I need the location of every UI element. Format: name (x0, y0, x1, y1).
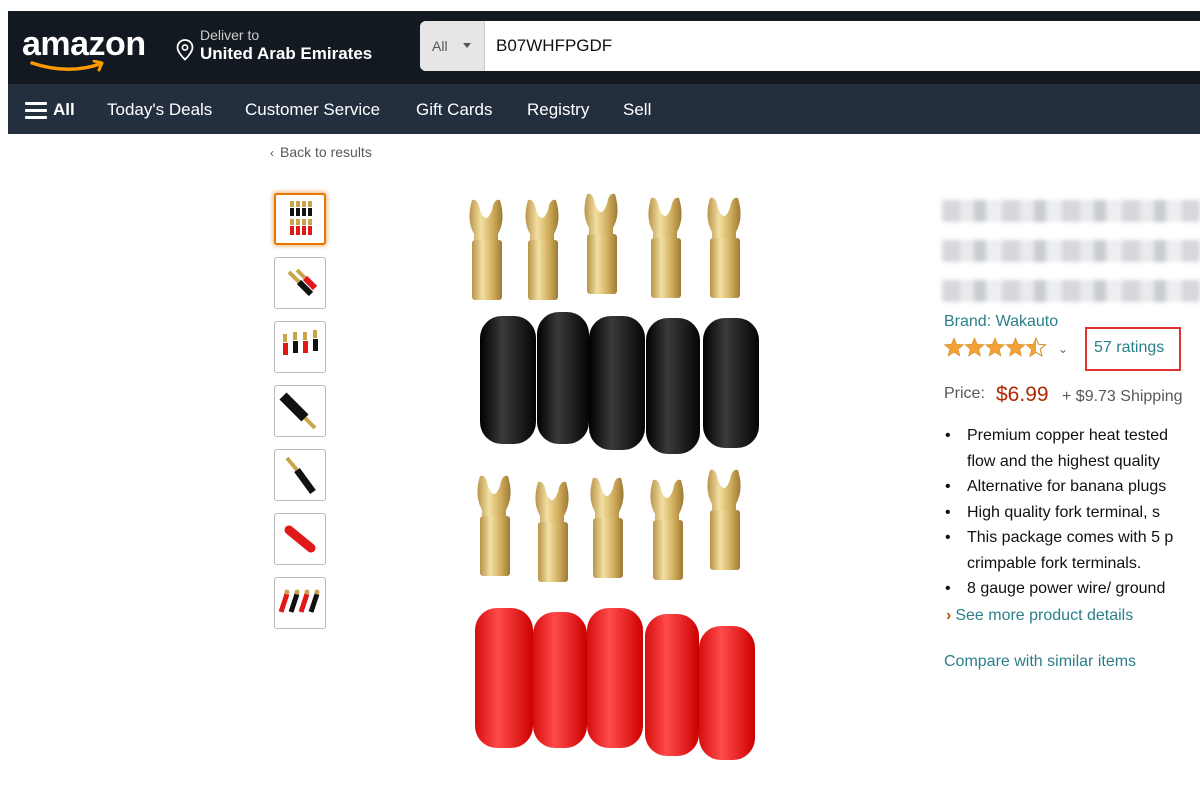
back-to-results-link[interactable]: ‹ Back to results (270, 144, 372, 160)
location-pin-icon (176, 39, 194, 61)
thumbnail-image (290, 201, 312, 235)
ratings-count-link[interactable]: 57 ratings (1094, 339, 1164, 357)
thumbnail-2[interactable] (274, 257, 326, 309)
thumbnail-7[interactable] (274, 577, 326, 629)
nav-todays-deals[interactable]: Today's Deals (107, 100, 212, 120)
caret-down-icon (463, 43, 471, 48)
thumbnail-3[interactable] (274, 321, 326, 373)
top-header: amazon Deliver to United Arab Emirates A… (8, 11, 1200, 84)
list-item: Alternative for banana plugs (944, 474, 1200, 500)
chevron-right-icon: › (946, 607, 952, 624)
hamburger-menu-icon[interactable] (25, 102, 47, 119)
star-rating-icon[interactable] (944, 336, 1048, 358)
list-item: High quality fork terminal, s (944, 500, 1200, 526)
bullet-text: This package comes with 5 p (967, 529, 1174, 546)
see-more-label: See more product details (955, 607, 1134, 624)
bullet-text: 8 gauge power wire/ ground (967, 580, 1166, 597)
nav-customer-service[interactable]: Customer Service (245, 100, 380, 120)
bullet-text: High quality fork terminal, s (967, 503, 1160, 521)
sub-navigation: All Today's Deals Customer Service Gift … (8, 84, 1200, 134)
bullet-text: Alternative for banana plugs (967, 478, 1167, 495)
list-item: Premium copper heat tested flow and the … (944, 423, 1200, 474)
chevron-down-icon[interactable]: ⌄ (1058, 342, 1068, 356)
thumbnail-image (279, 392, 317, 430)
search-bar: All (420, 21, 1200, 71)
see-more-details-link[interactable]: › See more product details (946, 607, 1133, 625)
deliver-location: United Arab Emirates (200, 44, 373, 63)
blurred-title-line-3 (942, 280, 1200, 302)
shipping-cost: + $9.73 Shipping (1062, 388, 1183, 405)
bullet-text: flow and the highest quality (967, 452, 1161, 470)
main-product-image[interactable] (455, 188, 785, 768)
search-category-label: All (432, 38, 448, 54)
thumbnail-1[interactable] (274, 193, 326, 245)
thumbnail-5[interactable] (274, 449, 326, 501)
list-item: 8 gauge power wire/ ground (944, 576, 1200, 602)
brand-link[interactable]: Brand: Wakauto (944, 313, 1058, 331)
thumbnail-image (283, 330, 318, 355)
thumbnail-image (285, 456, 316, 495)
price-value: $6.99 (996, 383, 1049, 406)
blurred-title-line-1 (942, 200, 1200, 222)
logo-smile-icon (30, 60, 104, 72)
bullet-text: crimpable fork terminals. (967, 554, 1142, 572)
feature-bullets: Premium copper heat tested flow and the … (944, 423, 1200, 602)
blurred-title-line-2 (942, 240, 1200, 262)
nav-gift-cards[interactable]: Gift Cards (416, 100, 493, 120)
thumbnail-image (284, 525, 316, 553)
compare-similar-items-link[interactable]: Compare with similar items (944, 653, 1136, 671)
chevron-left-icon: ‹ (270, 146, 274, 160)
amazon-logo[interactable]: amazon (22, 25, 146, 64)
thumbnail-6[interactable] (274, 513, 326, 565)
price-label: Price: (944, 385, 985, 402)
search-input[interactable] (492, 21, 1200, 71)
thumbnail-4[interactable] (274, 385, 326, 437)
nav-all[interactable]: All (53, 100, 75, 120)
thumbnail-image (287, 268, 318, 297)
search-category-dropdown[interactable]: All (420, 21, 485, 71)
deliver-label: Deliver to (200, 27, 260, 43)
back-to-results-label: Back to results (280, 144, 372, 160)
bullet-text: Premium copper heat tested (967, 427, 1168, 444)
list-item: This package comes with 5 p crimpable fo… (944, 525, 1200, 576)
nav-sell[interactable]: Sell (623, 100, 651, 120)
thumbnail-image (278, 589, 320, 613)
nav-registry[interactable]: Registry (527, 100, 589, 120)
